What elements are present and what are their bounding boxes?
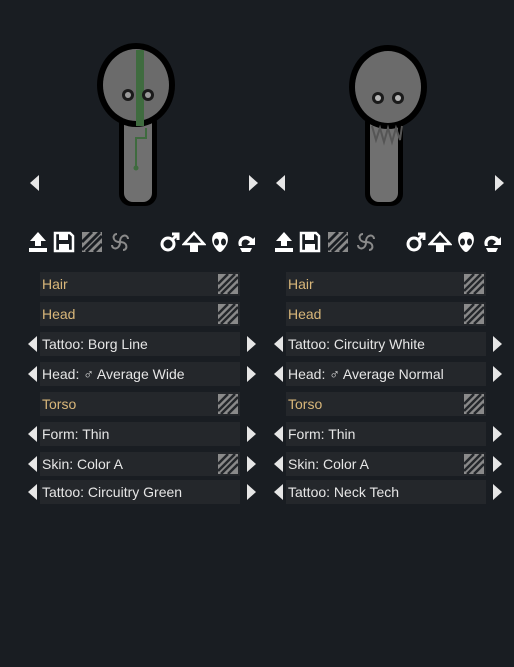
option-row: Head: ♂ Average Wide bbox=[24, 362, 270, 386]
save-icon[interactable] bbox=[52, 230, 76, 254]
randomize-pattern-icon[interactable] bbox=[326, 230, 350, 254]
toolbar-right bbox=[270, 230, 514, 256]
option-row: Form: Thin bbox=[270, 422, 514, 446]
section-label: Hair bbox=[40, 272, 240, 296]
option-row: Skin: Color A bbox=[270, 452, 514, 476]
option-value[interactable]: Head: ♂ Average Wide bbox=[40, 362, 240, 386]
option-value[interactable]: Form: Thin bbox=[286, 422, 486, 446]
prev-option-arrow[interactable] bbox=[272, 455, 284, 473]
randomize-pattern-icon[interactable] bbox=[464, 274, 484, 294]
left-character-panel: Hair Head Tattoo: Borg Line Head: ♂ Average… bbox=[24, 0, 270, 520]
option-value[interactable]: Tattoo: Borg Line bbox=[40, 332, 240, 356]
section-label: Hair bbox=[286, 272, 486, 296]
undo-icon[interactable] bbox=[480, 230, 504, 254]
portrait-prev-button-left[interactable] bbox=[28, 174, 42, 192]
prev-option-arrow[interactable] bbox=[272, 425, 284, 443]
undo-icon[interactable] bbox=[234, 230, 258, 254]
option-row: Tattoo: Circuitry Green bbox=[24, 480, 270, 504]
alien-head-icon[interactable] bbox=[208, 230, 232, 254]
section-label: Head bbox=[40, 302, 240, 326]
section-label: Torso bbox=[286, 392, 486, 416]
randomize-pattern-icon[interactable] bbox=[218, 274, 238, 294]
clothes-hanger-icon[interactable] bbox=[428, 230, 452, 254]
spiral-icon[interactable] bbox=[354, 230, 378, 254]
randomize-pattern-icon[interactable] bbox=[218, 454, 238, 474]
prev-option-arrow[interactable] bbox=[272, 335, 284, 353]
next-option-arrow[interactable] bbox=[246, 425, 258, 443]
randomize-pattern-icon[interactable] bbox=[464, 454, 484, 474]
option-value[interactable]: Tattoo: Circuitry White bbox=[286, 332, 486, 356]
next-option-arrow[interactable] bbox=[246, 365, 258, 383]
option-row: Torso bbox=[270, 392, 514, 416]
next-option-arrow[interactable] bbox=[246, 455, 258, 473]
next-option-arrow[interactable] bbox=[492, 365, 504, 383]
clothes-hanger-icon[interactable] bbox=[182, 230, 206, 254]
portrait-next-button-left[interactable] bbox=[248, 174, 262, 192]
export-icon[interactable] bbox=[272, 230, 296, 254]
save-icon[interactable] bbox=[298, 230, 322, 254]
male-gender-icon[interactable] bbox=[404, 230, 428, 254]
pawn-portrait-right bbox=[330, 40, 445, 210]
option-row: Hair bbox=[24, 272, 270, 296]
portrait-next-button-right[interactable] bbox=[494, 174, 508, 192]
option-row: Head bbox=[270, 302, 514, 326]
right-character-panel: Hair Head Tattoo: Circuitry White Head: ♂ A… bbox=[270, 0, 514, 520]
randomize-pattern-icon[interactable] bbox=[218, 394, 238, 414]
option-row: Form: Thin bbox=[24, 422, 270, 446]
option-value[interactable]: Tattoo: Neck Tech bbox=[286, 480, 486, 504]
prev-option-arrow[interactable] bbox=[26, 425, 38, 443]
randomize-pattern-icon[interactable] bbox=[464, 394, 484, 414]
prev-option-arrow[interactable] bbox=[26, 455, 38, 473]
portrait-prev-button-right[interactable] bbox=[274, 174, 288, 192]
option-value[interactable]: Head: ♂ Average Normal bbox=[286, 362, 486, 386]
option-value[interactable]: Form: Thin bbox=[40, 422, 240, 446]
option-row: Hair bbox=[270, 272, 514, 296]
export-icon[interactable] bbox=[26, 230, 50, 254]
randomize-pattern-icon[interactable] bbox=[80, 230, 104, 254]
next-option-arrow[interactable] bbox=[492, 483, 504, 501]
option-row: Skin: Color A bbox=[24, 452, 270, 476]
next-option-arrow[interactable] bbox=[492, 455, 504, 473]
option-value[interactable]: Skin: Color A bbox=[286, 452, 486, 476]
option-value[interactable]: Skin: Color A bbox=[40, 452, 240, 476]
option-value[interactable]: Tattoo: Circuitry Green bbox=[40, 480, 240, 504]
male-gender-icon[interactable] bbox=[158, 230, 182, 254]
next-option-arrow[interactable] bbox=[492, 425, 504, 443]
prev-option-arrow[interactable] bbox=[26, 335, 38, 353]
next-option-arrow[interactable] bbox=[246, 335, 258, 353]
section-label: Torso bbox=[40, 392, 240, 416]
option-row: Torso bbox=[24, 392, 270, 416]
randomize-pattern-icon[interactable] bbox=[464, 304, 484, 324]
pawn-portrait-left bbox=[84, 40, 199, 210]
option-row: Tattoo: Neck Tech bbox=[270, 480, 514, 504]
prev-option-arrow[interactable] bbox=[26, 365, 38, 383]
section-label: Head bbox=[286, 302, 486, 326]
next-option-arrow[interactable] bbox=[492, 335, 504, 353]
alien-head-icon[interactable] bbox=[454, 230, 478, 254]
randomize-pattern-icon[interactable] bbox=[218, 304, 238, 324]
spiral-icon[interactable] bbox=[108, 230, 132, 254]
prev-option-arrow[interactable] bbox=[272, 483, 284, 501]
option-row: Tattoo: Circuitry White bbox=[270, 332, 514, 356]
option-row: Tattoo: Borg Line bbox=[24, 332, 270, 356]
option-row: Head bbox=[24, 302, 270, 326]
next-option-arrow[interactable] bbox=[246, 483, 258, 501]
toolbar-left bbox=[24, 230, 270, 256]
prev-option-arrow[interactable] bbox=[272, 365, 284, 383]
prev-option-arrow[interactable] bbox=[26, 483, 38, 501]
option-row: Head: ♂ Average Normal bbox=[270, 362, 514, 386]
